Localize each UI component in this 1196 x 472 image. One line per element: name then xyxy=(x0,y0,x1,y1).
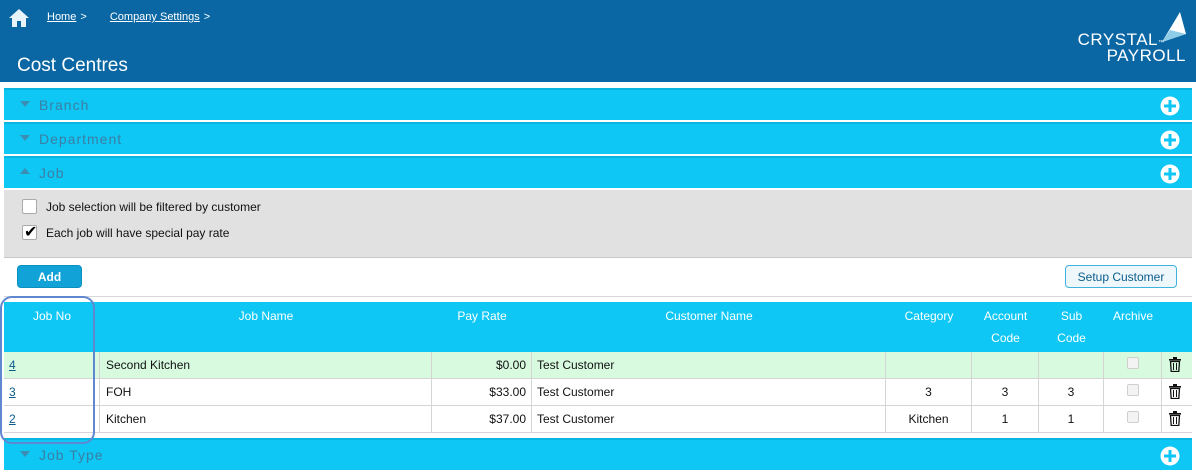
section-job-label: Job xyxy=(39,165,65,181)
table-row: 2 Kitchen $37.00 Test Customer Kitchen 1… xyxy=(4,406,1192,433)
col-header-job-no[interactable]: Job No xyxy=(4,302,100,352)
trash-icon[interactable] xyxy=(1168,357,1182,372)
col-header-sub-code[interactable]: Sub Code xyxy=(1039,302,1104,352)
collapsed-arrow-icon xyxy=(20,101,30,107)
archive-checkbox[interactable] xyxy=(1126,384,1139,396)
archive-checkbox[interactable] xyxy=(1126,411,1139,423)
pay-rate-cell: $0.00 xyxy=(432,352,532,379)
account-code-cell: 3 xyxy=(972,379,1039,406)
add-plus-icon[interactable] xyxy=(1160,130,1180,150)
home-icon[interactable] xyxy=(8,8,30,28)
breadcrumb-home-link[interactable]: Home xyxy=(47,11,76,23)
section-job-type-header[interactable]: Job Type xyxy=(4,438,1192,470)
logo-text-payroll: PAYROLL xyxy=(1106,46,1186,65)
job-no-cell: 4 xyxy=(4,352,100,379)
archive-cell xyxy=(1104,352,1162,379)
pay-rate-cell: $33.00 xyxy=(432,379,532,406)
col-header-job-name[interactable]: Job Name xyxy=(100,302,432,352)
col-header-pay-rate[interactable]: Pay Rate xyxy=(432,302,532,352)
section-branch-header[interactable]: Branch xyxy=(4,88,1192,120)
category-cell: Kitchen xyxy=(886,406,972,433)
account-code-cell xyxy=(972,352,1039,379)
divider xyxy=(4,296,1192,297)
col-header-account-code[interactable]: Account Code xyxy=(972,302,1039,352)
sub-code-cell xyxy=(1039,352,1104,379)
job-no-cell: 3 xyxy=(4,379,100,406)
job-no-cell: 2 xyxy=(4,406,100,433)
jobs-table: Job No Job Name Pay Rate Customer Name C… xyxy=(4,302,1192,433)
job-name-cell: Kitchen xyxy=(100,406,432,433)
job-name-cell: FOH xyxy=(100,379,432,406)
filter-by-customer-option[interactable]: Job selection will be filtered by custom… xyxy=(22,199,261,214)
category-cell xyxy=(886,352,972,379)
breadcrumb: Home > Company Settings > xyxy=(47,11,216,23)
breadcrumb-company-settings-link[interactable]: Company Settings xyxy=(110,11,200,23)
special-pay-rate-option[interactable]: ✔ Each job will have special pay rate xyxy=(22,224,230,241)
job-options-panel: Job selection will be filtered by custom… xyxy=(4,190,1192,258)
table-header: Job No Job Name Pay Rate Customer Name C… xyxy=(4,302,1192,352)
section-department-header[interactable]: Department xyxy=(4,122,1192,154)
col-header-category[interactable]: Category xyxy=(886,302,972,352)
expanded-arrow-icon xyxy=(20,168,30,174)
add-plus-icon[interactable] xyxy=(1160,446,1180,466)
customer-name-cell: Test Customer xyxy=(532,406,886,433)
add-plus-icon[interactable] xyxy=(1160,96,1180,116)
sub-code-cell: 3 xyxy=(1039,379,1104,406)
job-no-link[interactable]: 3 xyxy=(9,385,16,399)
collapsed-arrow-icon xyxy=(20,135,30,141)
add-plus-icon[interactable] xyxy=(1160,164,1180,184)
page-title: Cost Centres xyxy=(17,55,128,76)
job-no-link[interactable]: 2 xyxy=(9,412,16,426)
trash-icon[interactable] xyxy=(1168,411,1182,426)
col-header-customer-name[interactable]: Customer Name xyxy=(532,302,886,352)
category-cell: 3 xyxy=(886,379,972,406)
special-pay-rate-checkbox[interactable]: ✔ xyxy=(22,224,38,241)
archive-cell xyxy=(1104,406,1162,433)
setup-customer-button[interactable]: Setup Customer xyxy=(1065,265,1177,288)
section-job-header[interactable]: Job xyxy=(4,156,1192,188)
special-pay-rate-label: Each job will have special pay rate xyxy=(46,225,230,240)
col-header-archive[interactable]: Archive xyxy=(1104,302,1162,352)
section-job-type-label: Job Type xyxy=(39,447,104,463)
filter-by-customer-checkbox[interactable] xyxy=(22,199,37,214)
section-branch-label: Branch xyxy=(39,97,90,113)
table-row: 4 Second Kitchen $0.00 Test Customer xyxy=(4,352,1192,379)
job-name-cell: Second Kitchen xyxy=(100,352,432,379)
crystal-payroll-logo: CRYSTAL ™ PAYROLL xyxy=(1062,12,1190,68)
archive-checkbox[interactable] xyxy=(1126,357,1139,369)
archive-cell xyxy=(1104,379,1162,406)
pay-rate-cell: $37.00 xyxy=(432,406,532,433)
collapsed-arrow-icon xyxy=(20,451,30,457)
filter-by-customer-label: Job selection will be filtered by custom… xyxy=(46,199,261,214)
table-row: 3 FOH $33.00 Test Customer 3 3 3 xyxy=(4,379,1192,406)
customer-name-cell: Test Customer xyxy=(532,379,886,406)
app-header: Home > Company Settings > Cost Centres CRY… xyxy=(0,0,1196,82)
breadcrumb-separator: > xyxy=(80,11,87,23)
trash-icon[interactable] xyxy=(1168,384,1182,399)
job-no-link[interactable]: 4 xyxy=(9,358,16,372)
customer-name-cell: Test Customer xyxy=(532,352,886,379)
section-department-label: Department xyxy=(39,131,123,147)
add-job-button[interactable]: Add xyxy=(17,265,82,288)
sub-code-cell: 1 xyxy=(1039,406,1104,433)
account-code-cell: 1 xyxy=(972,406,1039,433)
checkmark-icon: ✔ xyxy=(24,224,38,241)
breadcrumb-separator: > xyxy=(203,11,211,23)
